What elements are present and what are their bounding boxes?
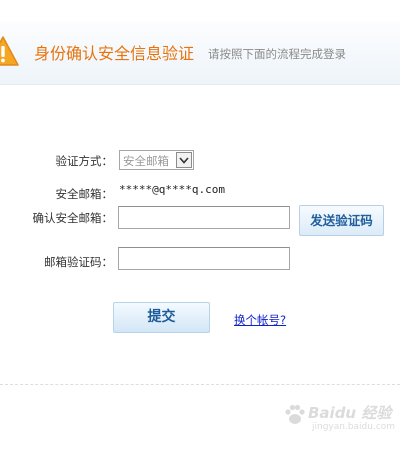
send-code-button[interactable]: 发送验证码 [299, 205, 384, 236]
verify-method-value: 安全邮箱 [123, 154, 169, 168]
email-code-label: 邮箱验证码： [44, 255, 113, 269]
verify-method-select[interactable]: 安全邮箱 [119, 150, 194, 170]
confirm-email-label: 确认安全邮箱： [32, 211, 114, 225]
chevron-down-icon[interactable] [176, 152, 192, 168]
page-subtitle: 请按照下面的流程完成登录 [208, 47, 346, 61]
switch-account-link[interactable]: 换个帐号? [234, 312, 286, 328]
submit-button[interactable]: 提交 [113, 302, 210, 333]
baidu-watermark: Baidu 经验 jingyan.baidu.com [278, 398, 396, 438]
warning-icon [0, 36, 19, 66]
page-header: 身份确认安全信息验证 请按照下面的流程完成登录 [0, 22, 400, 85]
email-value: *****@q****q.com [119, 183, 225, 196]
paw-icon [285, 404, 305, 424]
confirm-email-input[interactable] [118, 206, 290, 229]
verify-method-label: 验证方式： [55, 154, 114, 168]
email-code-input[interactable] [118, 247, 290, 270]
watermark-text: Baidu 经验 [308, 404, 392, 422]
email-label: 安全邮箱： [55, 187, 114, 201]
page-title: 身份确认安全信息验证 [34, 44, 195, 63]
divider [0, 384, 400, 385]
watermark-subtext: jingyan.baidu.com [312, 422, 396, 432]
